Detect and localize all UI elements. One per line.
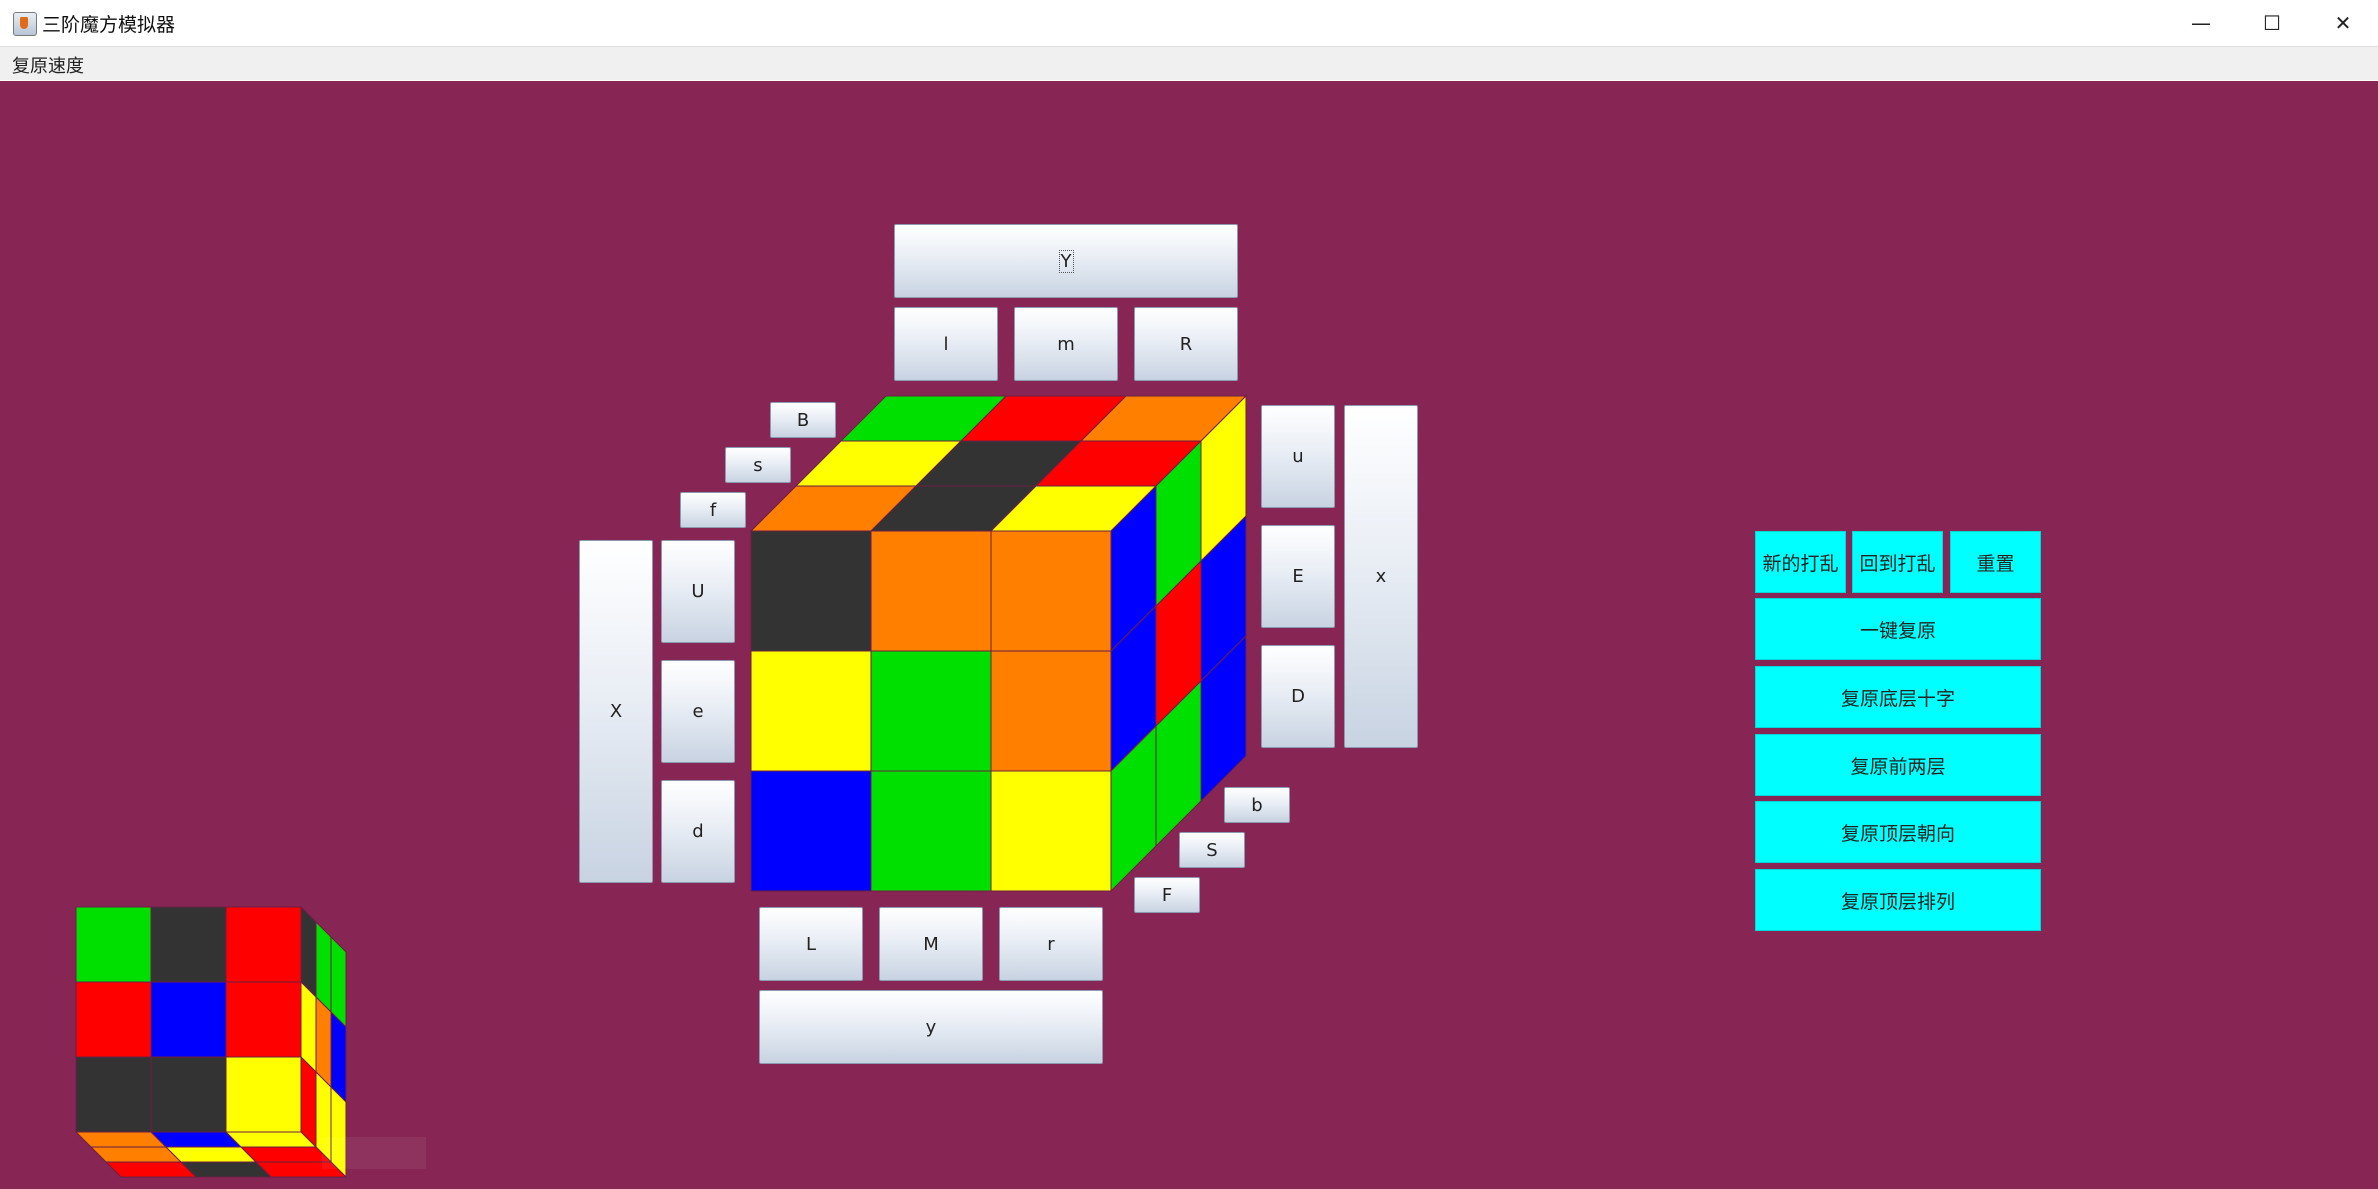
move-button-d[interactable]: d: [661, 780, 735, 883]
move-button-X[interactable]: X: [579, 540, 653, 883]
mini-right-face-sticker: [315, 995, 332, 1089]
mini-right-face-sticker: [300, 905, 317, 999]
mini-right-face-sticker: [315, 920, 332, 1014]
front-face-sticker: [750, 770, 872, 892]
front-face-sticker: [870, 530, 992, 652]
mini-bottom-face-sticker: [224, 1131, 318, 1148]
cube-drawing: [74, 394, 1248, 1179]
reset-button[interactable]: 重置: [1950, 531, 2041, 593]
move-button-L[interactable]: L: [759, 907, 863, 981]
front-face-sticker: [990, 530, 1112, 652]
move-button-U[interactable]: U: [661, 540, 735, 643]
mini-right-face-sticker: [330, 935, 347, 1029]
move-button-f[interactable]: f: [680, 492, 746, 528]
mini-right-face-sticker: [300, 980, 317, 1074]
mini-right-face-sticker: [330, 1010, 347, 1104]
mini-front-face-sticker: [150, 981, 227, 1058]
move-button-l[interactable]: l: [894, 307, 998, 381]
move-button-y[interactable]: y: [759, 990, 1103, 1064]
move-button-x[interactable]: x: [1344, 405, 1418, 748]
mini-bottom-face-sticker: [179, 1161, 273, 1178]
front-face-sticker: [870, 650, 992, 772]
mini-bottom-face-sticker: [104, 1161, 198, 1178]
move-button-Y[interactable]: Y: [894, 224, 1238, 298]
move-button-E[interactable]: E: [1261, 525, 1335, 628]
mini-bottom-face-sticker: [149, 1131, 243, 1148]
mini-front-face-sticker: [225, 1056, 302, 1133]
move-button-r[interactable]: r: [999, 907, 1103, 981]
new-scramble-button[interactable]: 新的打乱: [1755, 531, 1846, 593]
one-key-solve-button[interactable]: 一键复原: [1755, 598, 2041, 660]
move-button-e[interactable]: e: [661, 660, 735, 763]
mini-front-face-sticker: [75, 906, 152, 983]
mini-front-face-sticker: [150, 906, 227, 983]
main-cube-3d: [749, 394, 1248, 893]
solve-oll-button[interactable]: 复原顶层朝向: [1755, 801, 2041, 863]
move-button-D[interactable]: D: [1261, 645, 1335, 748]
mini-cube-back-view: [74, 905, 348, 1179]
move-button-b[interactable]: b: [1224, 787, 1290, 823]
move-button-R[interactable]: R: [1134, 307, 1238, 381]
move-button-B[interactable]: B: [770, 402, 836, 438]
move-button-m[interactable]: m: [1014, 307, 1118, 381]
back-to-scramble-button[interactable]: 回到打乱: [1852, 531, 1943, 593]
front-face-sticker: [870, 770, 992, 892]
mini-bottom-face-sticker: [89, 1146, 183, 1163]
mini-right-face-sticker: [300, 1055, 317, 1149]
solve-pll-button[interactable]: 复原顶层排列: [1755, 869, 2041, 931]
solve-f2l-button[interactable]: 复原前两层: [1755, 734, 2041, 796]
mini-bottom-face-sticker: [164, 1146, 258, 1163]
mini-front-face-sticker: [150, 1056, 227, 1133]
mini-front-face-sticker: [75, 981, 152, 1058]
mini-bottom-face-sticker: [74, 1131, 168, 1148]
move-button-s[interactable]: s: [725, 447, 791, 483]
mini-front-face-sticker: [225, 981, 302, 1058]
move-label: Y: [1058, 249, 1074, 273]
front-face-sticker: [990, 650, 1112, 772]
move-button-M[interactable]: M: [879, 907, 983, 981]
move-button-F[interactable]: F: [1134, 877, 1200, 913]
front-face-sticker: [990, 770, 1112, 892]
mini-front-face-sticker: [75, 1056, 152, 1133]
mini-bottom-face-sticker: [239, 1146, 333, 1163]
solve-cross-button[interactable]: 复原底层十字: [1755, 666, 2041, 728]
move-button-S[interactable]: S: [1179, 832, 1245, 868]
front-face-sticker: [750, 530, 872, 652]
mini-front-face-sticker: [225, 906, 302, 983]
move-button-u[interactable]: u: [1261, 405, 1335, 508]
hidden-panel: [322, 1137, 426, 1169]
front-face-sticker: [750, 650, 872, 772]
